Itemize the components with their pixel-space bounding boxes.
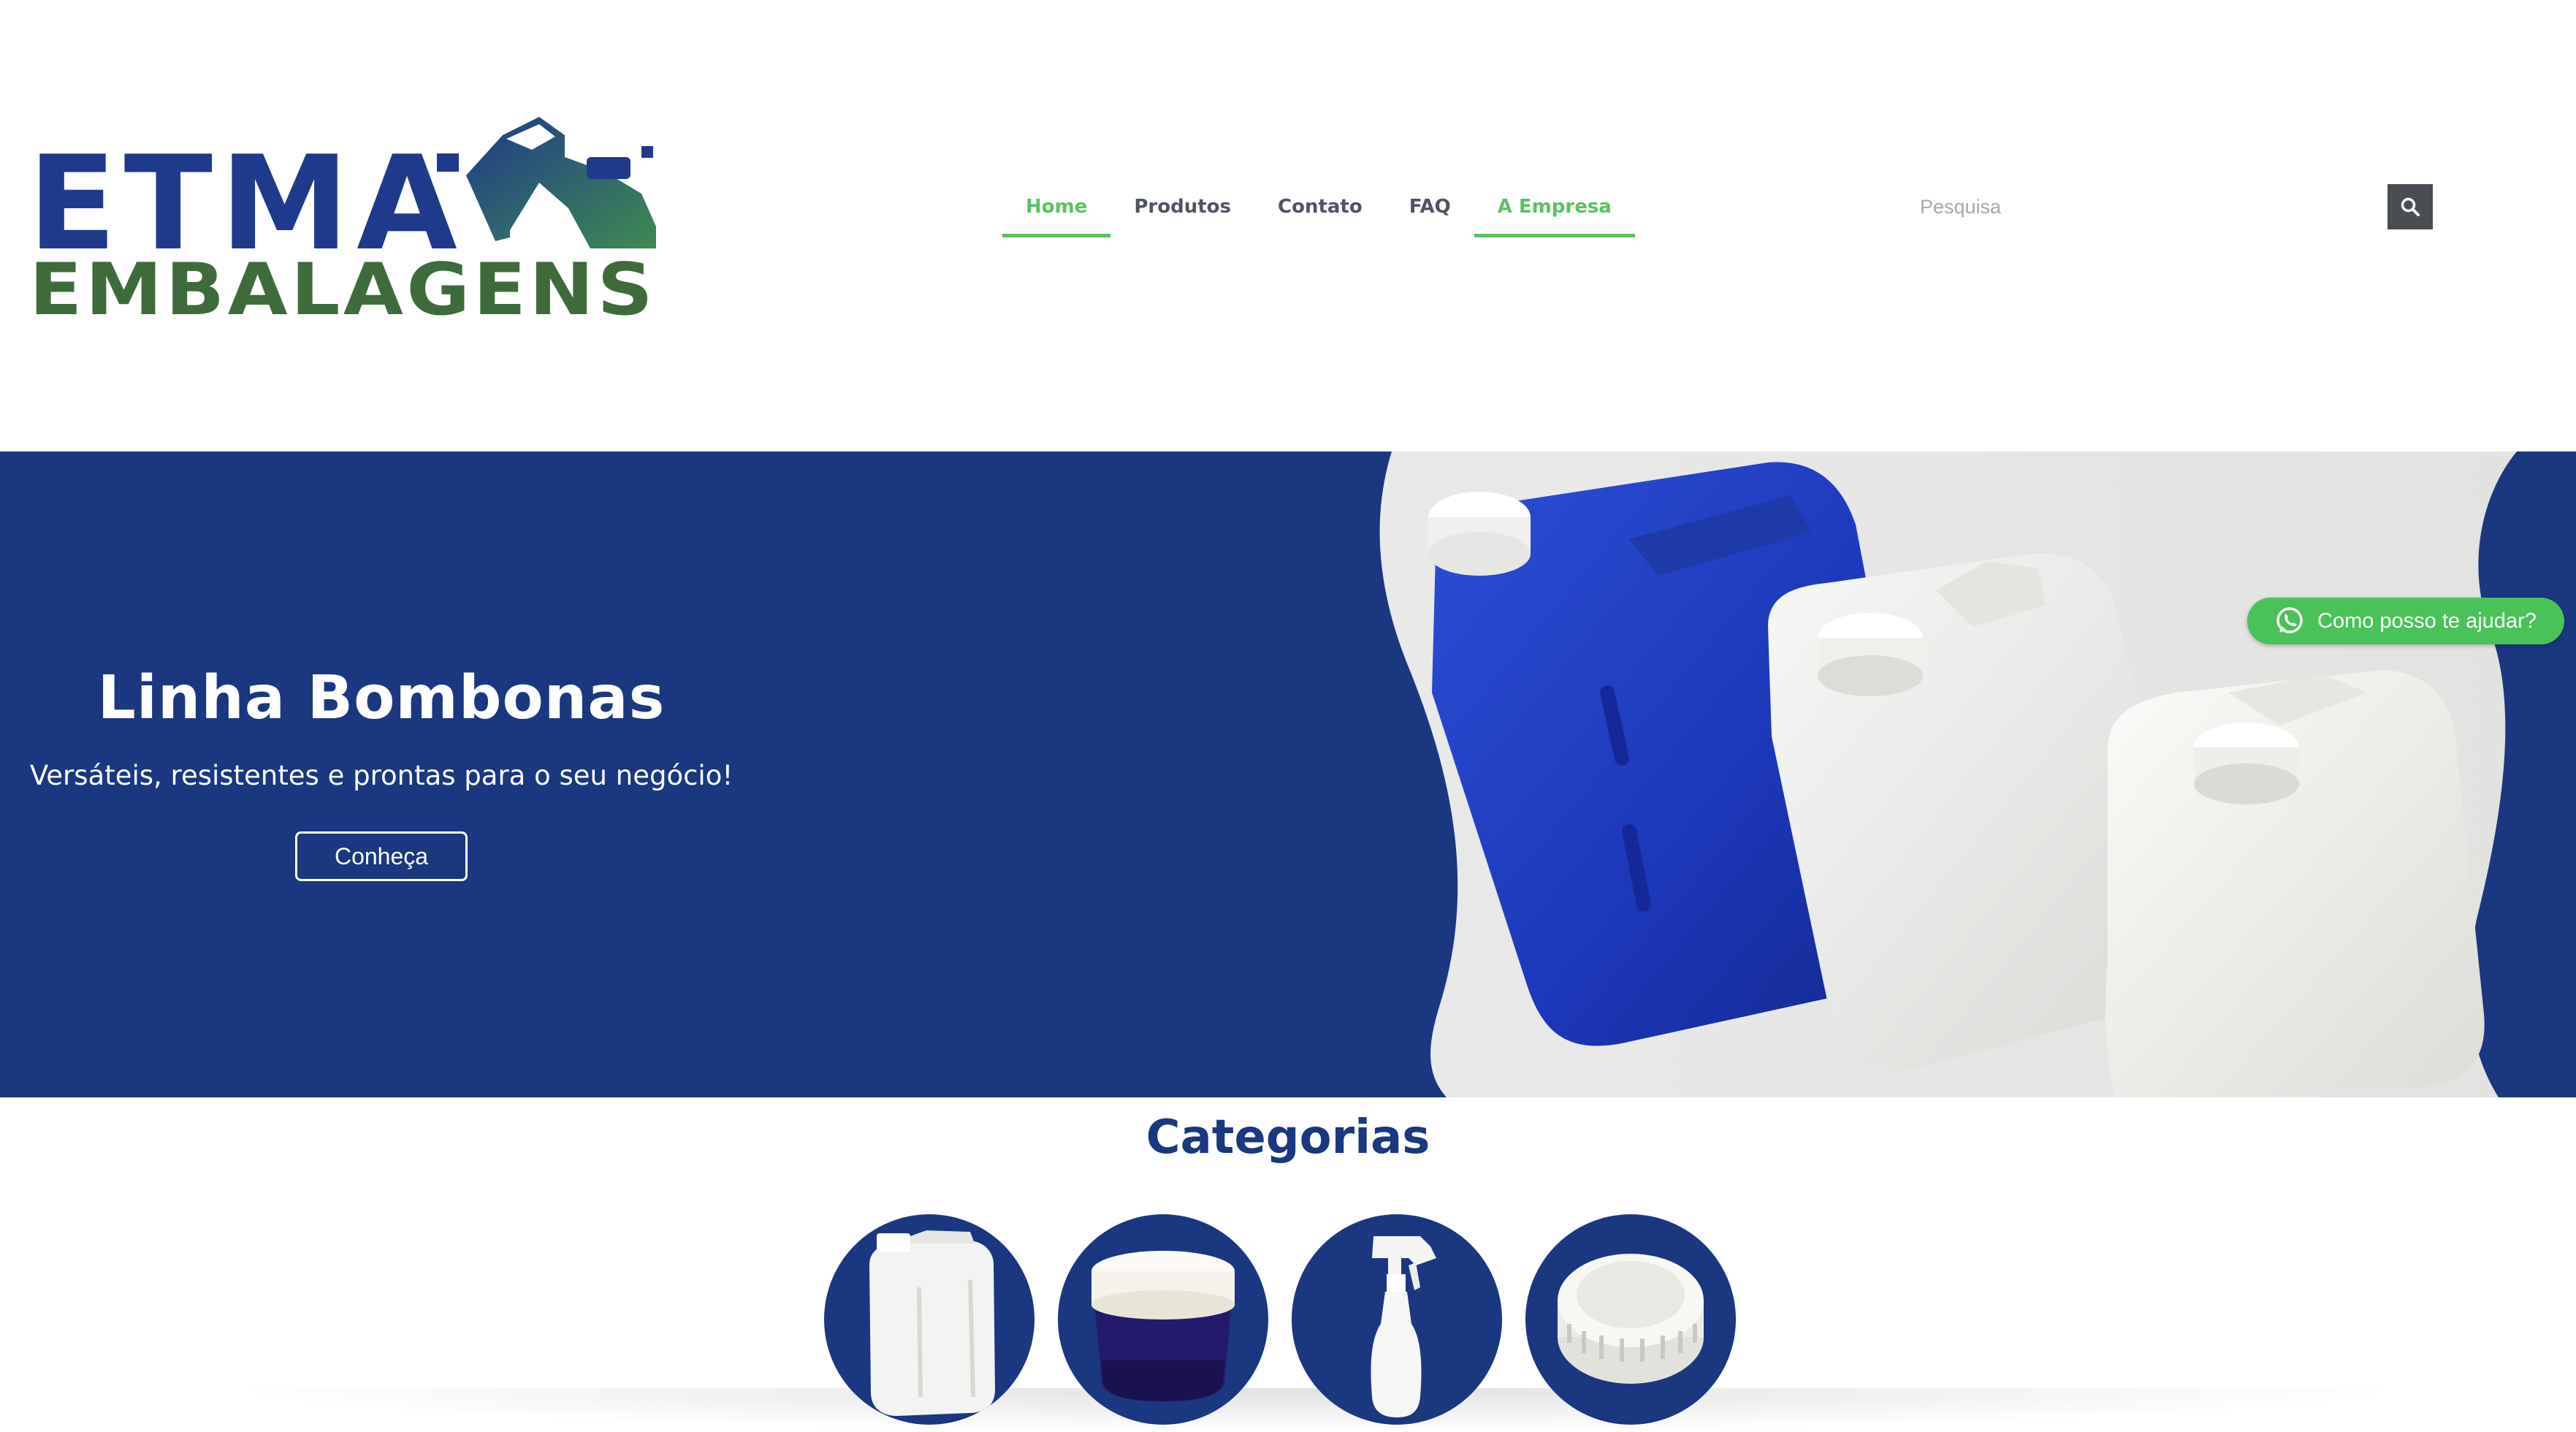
search-icon (2401, 197, 2420, 216)
whatsapp-icon (2276, 607, 2303, 633)
main-nav: Home Produtos Contato FAQ A Empresa (1002, 186, 1635, 237)
nav-contato[interactable]: Contato (1254, 186, 1386, 237)
search-input[interactable] (1894, 183, 2388, 231)
nav-a-empresa[interactable]: A Empresa (1474, 186, 1635, 237)
site-header: ETMA EMBALAGENS Home Produtos Contato FA… (0, 0, 2576, 452)
nav-produtos[interactable]: Produtos (1110, 186, 1254, 237)
logo-embalagens-text: EMBALAGENS (29, 248, 656, 325)
category-pot[interactable] (1058, 1214, 1268, 1425)
whatsapp-label: Como posso te ajudar? (2317, 609, 2537, 633)
hero-subtitle: Versáteis, resistentes e prontas para o … (29, 760, 733, 791)
categories-title: Categorias (1146, 1111, 1430, 1165)
search-button[interactable] (2388, 184, 2433, 229)
cap-image (1558, 1254, 1704, 1384)
nav-faq[interactable]: FAQ (1386, 186, 1474, 237)
etma-logo-graphic: ETMA EMBALAGENS (28, 117, 656, 325)
jerrycan-image (869, 1230, 995, 1416)
etma-logo[interactable]: ETMA EMBALAGENS (28, 91, 663, 325)
pot-image (1091, 1251, 1235, 1401)
whatsapp-chat-button[interactable]: Como posso te ajudar? (2247, 598, 2564, 644)
hero-banner: Linha Bombonas Versáteis, resistentes e … (0, 452, 2576, 1097)
conheca-button[interactable]: Conheça (295, 831, 468, 881)
category-jerrycan[interactable] (824, 1214, 1034, 1425)
categories-shadow (219, 1388, 2411, 1432)
nav-home[interactable]: Home (1002, 186, 1111, 237)
hero-title: Linha Bombonas (97, 663, 666, 733)
search-form (1894, 183, 2434, 231)
category-cap[interactable] (1525, 1214, 1736, 1425)
category-spray-bottle[interactable] (1292, 1214, 1502, 1425)
spray-bottle-image (1371, 1236, 1436, 1417)
